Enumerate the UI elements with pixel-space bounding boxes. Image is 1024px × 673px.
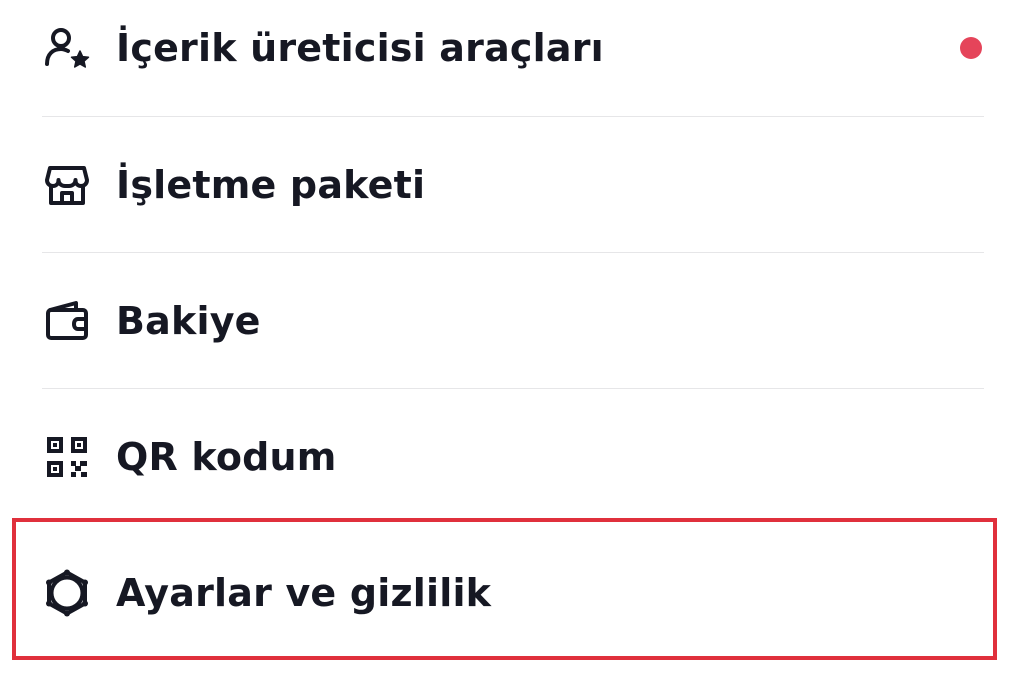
menu-item-label: QR kodum (116, 435, 337, 479)
storefront-icon (42, 160, 92, 210)
menu-item-label: İşletme paketi (116, 163, 426, 207)
profile-menu: İçerik üreticisi araçları İşletme paketi… (0, 0, 1024, 673)
settings-gear-icon (42, 568, 92, 618)
menu-item-label: Ayarlar ve gizlilik (116, 571, 492, 615)
qr-code-icon (42, 432, 92, 482)
menu-item-label: Bakiye (116, 299, 261, 343)
notification-dot (960, 37, 982, 59)
menu-item-creator-tools[interactable]: İçerik üreticisi araçları (0, 0, 1024, 116)
menu-item-label: İçerik üreticisi araçları (116, 26, 604, 70)
menu-item-business-suite[interactable]: İşletme paketi (0, 117, 1024, 253)
wallet-icon (42, 296, 92, 346)
menu-item-balance[interactable]: Bakiye (0, 253, 1024, 389)
creator-tools-icon (42, 23, 92, 73)
menu-item-qr-code[interactable]: QR kodum (0, 389, 1024, 525)
menu-item-settings-privacy[interactable]: Ayarlar ve gizlilik (0, 525, 1024, 661)
